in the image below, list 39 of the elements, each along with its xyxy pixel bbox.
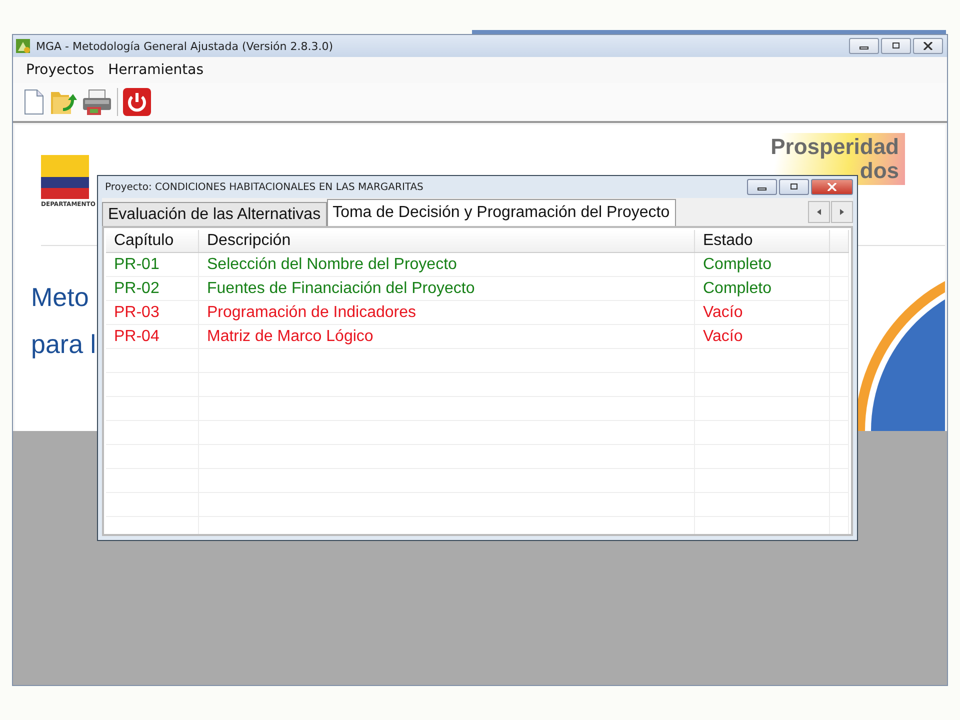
splash-heading: Meto [31, 282, 89, 313]
scroll-right-icon[interactable] [831, 201, 853, 223]
splash-heading: para l [31, 329, 96, 360]
close-icon [827, 183, 837, 191]
power-icon[interactable] [122, 87, 152, 117]
table-cell: PR-02 [106, 276, 198, 300]
table-cell: Completo [694, 252, 830, 276]
minimize-button[interactable] [747, 179, 777, 195]
close-button[interactable] [811, 179, 853, 195]
maximize-icon [789, 183, 799, 191]
scroll-left-icon[interactable] [808, 201, 830, 223]
flag-icon [41, 155, 89, 199]
minimize-button[interactable] [849, 38, 879, 54]
new-document-icon[interactable] [23, 89, 45, 115]
table-cell: Completo [694, 276, 830, 300]
table-cell: Matriz de Marco Lógico [198, 324, 694, 348]
tab[interactable]: Evaluación de las Alternativas [102, 202, 327, 226]
table-cell: Vacío [694, 324, 830, 348]
maximize-icon [891, 42, 901, 50]
table-cell: Vacío [694, 300, 830, 324]
close-icon [923, 42, 933, 50]
maximize-button[interactable] [881, 38, 911, 54]
tab[interactable]: Toma de Decisión y Programación del Proyecto [326, 199, 676, 226]
window-title: MGA - Metodología General Ajustada (Versión 2.8.3.0) [36, 40, 333, 52]
table-cell: PR-03 [106, 300, 198, 324]
column-header: Estado [694, 230, 830, 252]
table-cell: PR-04 [106, 324, 198, 348]
menu-item[interactable]: Herramientas [103, 60, 209, 80]
dialog-title: Proyecto: CONDICIONES HABITACIONALES EN LAS MARGARITAS [104, 182, 424, 192]
table-cell: PR-01 [106, 252, 198, 276]
table-cell: Programación de Indicadores [198, 300, 694, 324]
printer-icon[interactable] [81, 88, 113, 116]
column-header: Capítulo [106, 230, 198, 252]
table-cell: Selección del Nombre del Proyecto [198, 252, 694, 276]
close-button[interactable] [913, 38, 943, 54]
table-cell: Fuentes de Financiación del Proyecto [198, 276, 694, 300]
menu-item[interactable]: Proyectos [21, 60, 100, 80]
maximize-button[interactable] [779, 179, 809, 195]
column-header: Descripción [198, 230, 694, 252]
